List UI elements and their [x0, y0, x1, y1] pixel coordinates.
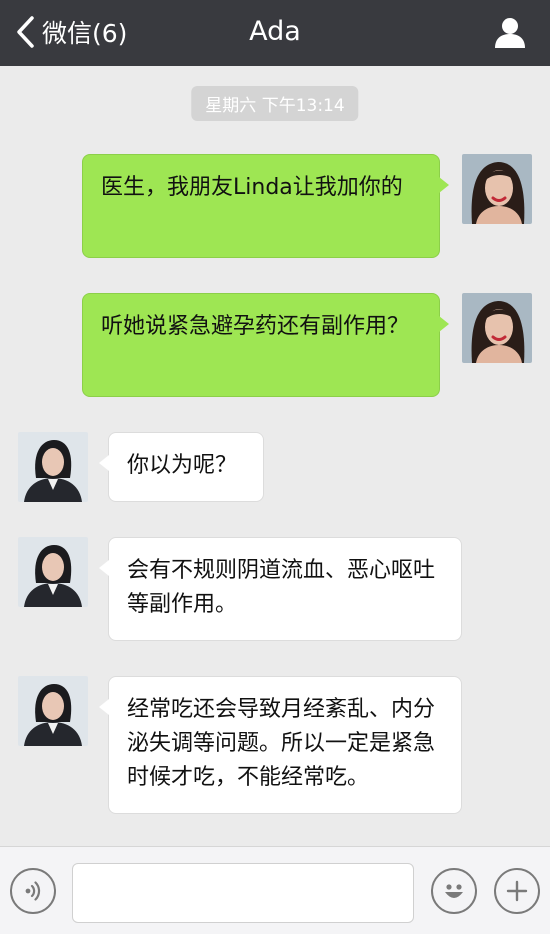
message-text: 医生，我朋友Linda让我加你的	[101, 175, 403, 200]
voice-button[interactable]	[10, 868, 56, 914]
voice-icon	[25, 881, 41, 901]
emoji-icon	[445, 884, 463, 898]
message-bubble-outgoing[interactable]: 医生，我朋友Linda让我加你的	[82, 154, 449, 258]
message-timestamp: 星期六 下午13:14	[191, 86, 359, 121]
message-input[interactable]	[72, 863, 414, 923]
message-bubble-incoming[interactable]: 经常吃还会导致月经紊乱、内分泌失调等问题。所以一定是紧急时候才吃，不能经常吃。	[99, 676, 462, 814]
profile-button[interactable]	[490, 12, 530, 52]
avatar-self[interactable]	[462, 154, 532, 224]
message-text: 你以为呢？	[127, 453, 238, 478]
navigation-bar: 微信(6) Ada	[0, 0, 550, 66]
message-text: 经常吃还会导致月经紊乱、内分泌失调等问题。所以一定是紧急时候才吃，不能经常吃。	[127, 697, 436, 790]
avatar-self-image	[462, 293, 532, 363]
add-button[interactable]	[494, 868, 540, 914]
message-bubble-incoming[interactable]: 你以为呢？	[99, 432, 264, 502]
message-text: 会有不规则阴道流血、恶心呕吐等副作用。	[127, 558, 436, 617]
chat-screen: 微信(6) Ada 星期六 下午13:14 医生，我朋友Linda让我加你的 听…	[0, 0, 550, 934]
back-button[interactable]: 微信(6)	[14, 12, 127, 52]
avatar-contact-image	[18, 537, 88, 607]
plus-icon	[506, 880, 528, 902]
avatar-contact[interactable]	[18, 676, 88, 746]
chat-title: Ada	[249, 16, 301, 47]
avatar-self-image	[462, 154, 532, 224]
message-text: 听她说紧急避孕药还有副作用？	[101, 314, 410, 339]
input-toolbar	[0, 846, 550, 934]
back-label: 微信(6)	[42, 19, 128, 48]
avatar-self[interactable]	[462, 293, 532, 363]
avatar-contact[interactable]	[18, 432, 88, 502]
avatar-contact-image	[18, 676, 88, 746]
person-icon	[495, 18, 525, 48]
avatar-contact-image	[18, 432, 88, 502]
message-bubble-incoming[interactable]: 会有不规则阴道流血、恶心呕吐等副作用。	[99, 537, 462, 641]
avatar-contact[interactable]	[18, 537, 88, 607]
emoji-button[interactable]	[431, 868, 477, 914]
chevron-left-icon	[17, 16, 34, 48]
message-bubble-outgoing[interactable]: 听她说紧急避孕药还有副作用？	[82, 293, 449, 397]
